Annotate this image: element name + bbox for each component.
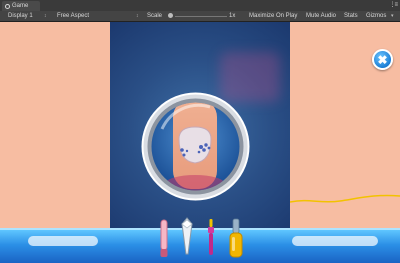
tool-tray <box>0 228 400 263</box>
game-view[interactable]: ✖ <box>0 22 400 263</box>
scale-label: Scale <box>147 13 163 19</box>
aspect-dropdown-arrow-icon[interactable]: ↕ <box>136 13 139 20</box>
scale-slider-knob[interactable] <box>168 13 173 18</box>
gizmos-dropdown[interactable]: Gizmos <box>366 13 386 20</box>
gizmos-dropdown-arrow-icon[interactable]: ▾ <box>391 13 394 20</box>
stats-toggle[interactable]: Stats <box>344 13 358 20</box>
clipper-icon[interactable] <box>179 216 195 258</box>
mute-audio-toggle[interactable]: Mute Audio <box>306 13 336 20</box>
skin-panel-left <box>0 22 110 263</box>
game-tab-icon <box>5 3 10 9</box>
display-dropdown-arrow-icon[interactable]: ↕ <box>44 13 47 20</box>
brush-icon[interactable] <box>205 218 217 258</box>
magnifier-lens <box>141 92 250 201</box>
close-button[interactable]: ✖ <box>372 49 393 70</box>
tab-game-label: Game <box>12 3 29 9</box>
window-menu-icon[interactable]: ⋮≡ <box>389 2 397 8</box>
editor-title-bar: Game ⋮≡ <box>0 0 400 11</box>
nail-file-icon[interactable] <box>158 219 170 259</box>
display-dropdown[interactable]: Display 1 <box>8 13 33 20</box>
maximize-on-play-toggle[interactable]: Maximize On Play <box>249 13 297 20</box>
polish-bottle-icon[interactable] <box>228 218 244 260</box>
game-view-toolbar: Display 1 ↕ Free Aspect ↕ Scale 1x Maxim… <box>0 11 400 22</box>
scale-value: 1x <box>229 13 236 19</box>
scale-slider-track[interactable] <box>175 16 227 17</box>
tray-highlight-left <box>28 236 98 246</box>
tray-highlight-right <box>292 236 378 246</box>
yellow-wave-line <box>290 194 400 203</box>
aspect-dropdown[interactable]: Free Aspect <box>57 13 89 20</box>
tab-game[interactable]: Game <box>2 1 40 11</box>
